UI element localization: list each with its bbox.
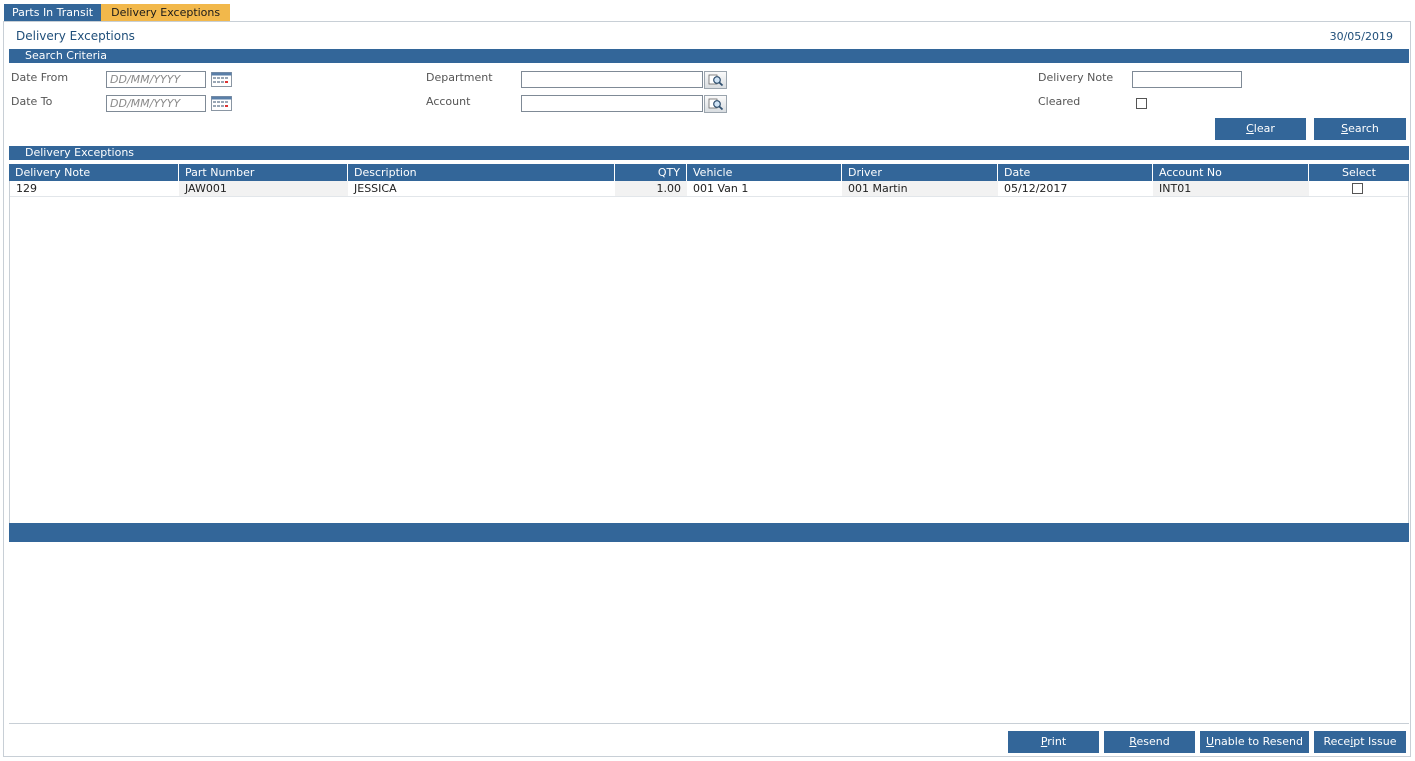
row-select-checkbox[interactable] <box>1352 183 1363 194</box>
date-from-input[interactable] <box>106 71 206 88</box>
account-input[interactable] <box>521 95 703 112</box>
cell-select <box>1309 181 1408 196</box>
account-lookup-button[interactable] <box>704 95 727 113</box>
tab-bar: Parts In Transit Delivery Exceptions <box>4 4 231 21</box>
cell-qty: 1.00 <box>615 181 687 196</box>
page-title: Delivery Exceptions <box>16 29 135 43</box>
cell-account-no: INT01 <box>1153 181 1309 196</box>
calendar-icon[interactable] <box>211 72 232 87</box>
grid-header-row: Delivery Note Part Number Description QT… <box>9 164 1409 181</box>
grid-footer-bar <box>9 523 1409 542</box>
cell-date: 05/12/2017 <box>1004 182 1068 195</box>
resend-button[interactable]: Resend <box>1104 731 1195 753</box>
cell-delivery-note: 129 <box>16 182 37 195</box>
clear-button[interactable]: Clear <box>1215 118 1306 140</box>
cell-description: JESSICA <box>354 182 397 195</box>
table-row[interactable]: 129 JAW001 JESSICA 1.00 001 Van 1 001 Ma… <box>10 181 1408 197</box>
divider <box>9 723 1409 724</box>
search-button[interactable]: Search <box>1314 118 1406 140</box>
cleared-checkbox[interactable] <box>1136 98 1147 109</box>
search-criteria-header: Search Criteria <box>9 49 1409 63</box>
print-button[interactable]: Print <box>1008 731 1099 753</box>
lookup-icon <box>708 74 724 87</box>
column-header-date[interactable]: Date <box>998 164 1153 181</box>
current-date: 30/05/2019 <box>1329 30 1393 43</box>
date-to-input[interactable] <box>106 95 206 112</box>
department-label: Department <box>426 71 493 84</box>
grid-body: 129 JAW001 JESSICA 1.00 001 Van 1 001 Ma… <box>9 181 1409 523</box>
column-header-vehicle[interactable]: Vehicle <box>687 164 842 181</box>
tab-delivery-exceptions[interactable]: Delivery Exceptions <box>101 4 231 21</box>
cell-driver: 001 Martin <box>842 181 998 196</box>
calendar-icon[interactable] <box>211 96 232 111</box>
receipt-issue-button[interactable]: Receipt Issue <box>1314 731 1406 753</box>
tab-parts-in-transit[interactable]: Parts In Transit <box>4 4 102 21</box>
column-header-qty[interactable]: QTY <box>615 164 687 181</box>
column-header-part-number[interactable]: Part Number <box>179 164 348 181</box>
cleared-label: Cleared <box>1038 95 1081 108</box>
delivery-note-input[interactable] <box>1132 71 1242 88</box>
date-to-label: Date To <box>11 95 53 108</box>
column-header-account-no[interactable]: Account No <box>1153 164 1309 181</box>
unable-to-resend-button[interactable]: Unable to Resend <box>1200 731 1309 753</box>
delivery-exceptions-header: Delivery Exceptions <box>9 146 1409 160</box>
account-label: Account <box>426 95 471 108</box>
column-header-driver[interactable]: Driver <box>842 164 998 181</box>
column-header-description[interactable]: Description <box>348 164 615 181</box>
department-lookup-button[interactable] <box>704 71 727 89</box>
lookup-icon <box>708 98 724 111</box>
cell-vehicle: 001 Van 1 <box>693 182 749 195</box>
column-header-delivery-note[interactable]: Delivery Note <box>9 164 179 181</box>
cell-part-number: JAW001 <box>179 181 348 196</box>
delivery-note-label: Delivery Note <box>1038 71 1114 84</box>
date-from-label: Date From <box>11 71 69 84</box>
column-header-select[interactable]: Select <box>1309 164 1409 181</box>
department-input[interactable] <box>521 71 703 88</box>
